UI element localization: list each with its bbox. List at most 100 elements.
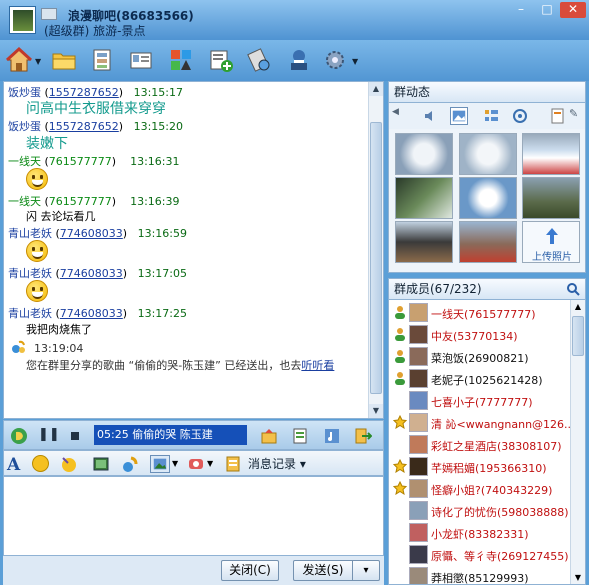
magic-emoticon-icon[interactable]	[60, 455, 78, 473]
member-row[interactable]: 芊嫣稆媚(195366310)	[389, 456, 571, 478]
member-scrollbar[interactable]: ▲ ▼	[570, 300, 585, 584]
member-row[interactable]: 中友(53770134)	[389, 324, 571, 346]
tabs-left-arrow-icon[interactable]: ◀	[392, 107, 402, 125]
member-row[interactable]: 怪癖小姐?(740343229)	[389, 478, 571, 500]
photo-thumbnail[interactable]	[459, 177, 517, 219]
screenshot-icon[interactable]	[92, 455, 110, 473]
member-row[interactable]: 七喜小子(7777777)	[389, 390, 571, 412]
photo-thumbnail[interactable]	[459, 133, 517, 175]
send-file-icon[interactable]	[121, 455, 139, 473]
member-avatar[interactable]	[409, 369, 428, 388]
sender-nick[interactable]: 青山老妖	[8, 267, 52, 280]
scroll-thumb[interactable]	[370, 122, 382, 394]
member-avatar[interactable]	[409, 303, 428, 322]
listen-link[interactable]: 听听看	[301, 359, 334, 372]
home-icon[interactable]	[5, 46, 33, 74]
member-avatar[interactable]	[409, 479, 428, 498]
scroll-up-icon[interactable]: ▲	[369, 82, 383, 96]
member-row[interactable]: 小龙虾(83382331)	[389, 522, 571, 544]
member-avatar[interactable]	[409, 347, 428, 366]
scroll-thumb[interactable]	[572, 316, 584, 356]
shake-icon[interactable]	[187, 455, 205, 473]
music-note-icon[interactable]	[323, 427, 341, 445]
share-tab-icon[interactable]	[511, 107, 529, 125]
exit-music-icon[interactable]	[354, 427, 372, 445]
member-row[interactable]: 老妮子(1025621428)	[389, 368, 571, 390]
sender-nick[interactable]: 一线天	[8, 195, 41, 208]
member-row[interactable]: 清 訫<wwangnann@126...	[389, 412, 575, 434]
chat-scrollbar[interactable]: ▲ ▼	[368, 82, 383, 418]
member-avatar[interactable]	[409, 545, 428, 564]
settings-tools-icon[interactable]	[245, 46, 273, 74]
profile-icon[interactable]	[285, 46, 313, 74]
share-music-icon[interactable]	[260, 427, 278, 445]
font-icon[interactable]: A	[7, 455, 25, 475]
photo-thumbnail[interactable]	[395, 177, 453, 219]
wrench-icon[interactable]: ✎	[569, 107, 581, 125]
notice-tab-icon[interactable]	[549, 107, 567, 125]
sender-qq-link[interactable]: 774608033	[60, 267, 123, 280]
sender-nick[interactable]: 青山老妖	[8, 227, 52, 240]
photo-thumbnail[interactable]	[395, 133, 453, 175]
list-tab-icon[interactable]	[482, 107, 500, 125]
sender-nick[interactable]: 饭炒蛋	[8, 120, 41, 133]
scroll-up-icon[interactable]: ▲	[571, 300, 585, 314]
pause-icon[interactable]: ❚❚	[38, 427, 60, 445]
album-tab-icon[interactable]	[450, 107, 468, 125]
minimize-button[interactable]: –	[508, 2, 534, 18]
send-button[interactable]: 发送(S)	[293, 560, 353, 581]
app-icon[interactable]	[167, 46, 195, 74]
scroll-down-icon[interactable]: ▼	[369, 404, 383, 418]
photo-thumbnail[interactable]	[522, 133, 580, 175]
member-row[interactable]: 莽相懲(85129993)	[389, 566, 571, 584]
sender-nick[interactable]: 一线天	[8, 155, 41, 168]
album-icon[interactable]	[88, 46, 116, 74]
close-window-button[interactable]: ✕	[560, 2, 586, 18]
add-member-icon[interactable]	[206, 46, 234, 74]
member-row[interactable]: 诗化了的忧伤(598038888)	[389, 500, 571, 522]
stop-icon[interactable]	[66, 427, 84, 445]
member-avatar[interactable]	[409, 391, 428, 410]
gear-icon[interactable]	[322, 46, 350, 74]
search-icon[interactable]	[567, 283, 580, 296]
message-record-icon[interactable]	[226, 455, 240, 473]
music-logo-icon[interactable]	[10, 427, 28, 445]
sender-qq-link[interactable]: 774608033	[60, 227, 123, 240]
member-avatar[interactable]	[409, 567, 428, 584]
home-dropdown-icon[interactable]: ▼	[35, 57, 41, 66]
member-row[interactable]: 原懾、等彳寺(269127455)	[389, 544, 571, 566]
photo-thumbnail[interactable]	[395, 221, 453, 263]
upload-photo-button[interactable]: 上传照片	[522, 221, 580, 263]
member-row[interactable]: 彩虹之星酒店(38308107)	[389, 434, 571, 456]
speaker-icon[interactable]	[421, 107, 439, 125]
folder-icon[interactable]	[50, 46, 78, 74]
emoticon-icon[interactable]	[32, 455, 50, 473]
message-record-button[interactable]: 消息记录 ▾	[248, 455, 306, 472]
sender-qq-link[interactable]: 1557287652	[49, 120, 119, 133]
main-toolbar: ▼ ▼	[0, 40, 589, 81]
close-button[interactable]: 关闭(C)	[221, 560, 279, 581]
member-avatar[interactable]	[409, 523, 428, 542]
image-icon[interactable]	[150, 455, 170, 473]
member-row[interactable]: 菜泡饭(26900821)	[389, 346, 571, 368]
member-avatar[interactable]	[409, 501, 428, 520]
card-icon[interactable]	[127, 46, 155, 74]
member-row[interactable]: 一线天(761577777)	[389, 302, 571, 324]
member-avatar[interactable]	[409, 413, 428, 432]
send-options-dropdown[interactable]: ▾	[352, 560, 380, 581]
chat-history[interactable]: 饭炒蛋 (1557287652) 13:15:17 问高中生衣服借来穿穿 饭炒蛋…	[3, 81, 384, 419]
member-avatar[interactable]	[409, 325, 428, 344]
maximize-button[interactable]: □	[534, 2, 560, 18]
message-input[interactable]	[3, 476, 384, 556]
sender-nick[interactable]: 青山老妖	[8, 307, 52, 320]
photo-thumbnail[interactable]	[459, 221, 517, 263]
group-avatar[interactable]	[9, 6, 36, 34]
playlist-icon[interactable]	[291, 427, 309, 445]
photo-thumbnail[interactable]	[522, 177, 580, 219]
member-avatar[interactable]	[409, 457, 428, 476]
sender-qq-link[interactable]: 774608033	[60, 307, 123, 320]
member-avatar[interactable]	[409, 435, 428, 454]
gear-dropdown-icon[interactable]: ▼	[352, 57, 358, 66]
shake-dropdown-icon[interactable]: ▼	[207, 459, 225, 477]
scroll-down-icon[interactable]: ▼	[571, 571, 585, 584]
